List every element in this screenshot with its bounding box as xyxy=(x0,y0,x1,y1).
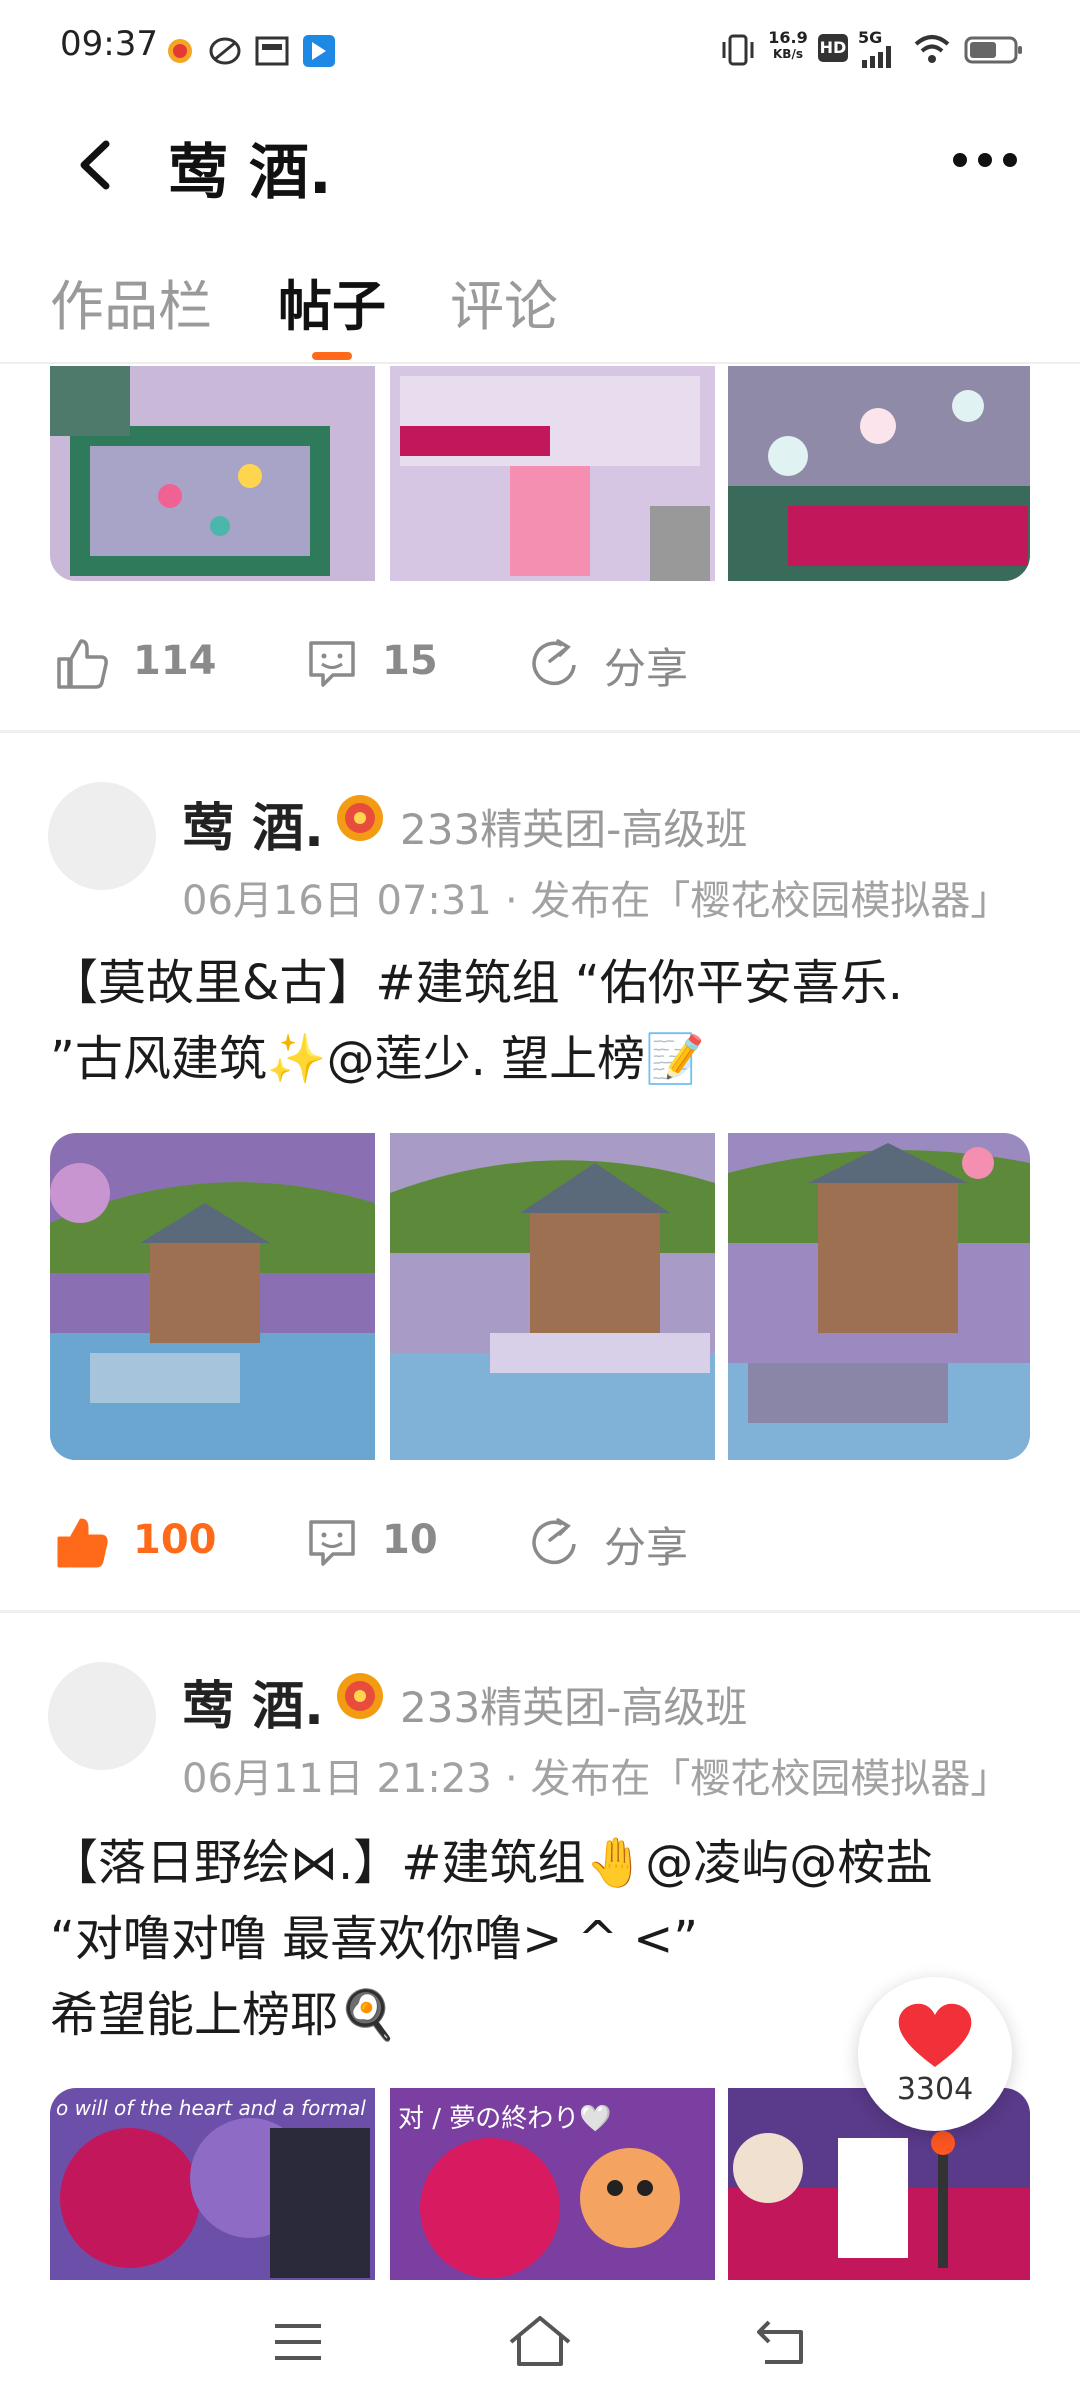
post-timestamp: 06月11日 21:23 xyxy=(182,1756,492,1802)
post-timestamp: 06月16日 07:31 xyxy=(182,878,492,924)
post-content-line: ”古风建筑✨@莲少. 望上榜📝 xyxy=(50,1031,705,1087)
share-label[interactable]: 分享 xyxy=(604,1514,688,1575)
post-content-line: 【莫故里&古】#建筑组 “佑你平安喜乐. xyxy=(50,955,904,1011)
back-icon[interactable] xyxy=(755,2318,809,2366)
app-shortcut-icon xyxy=(303,35,335,67)
post-image[interactable] xyxy=(728,2088,1030,2280)
active-tab-indicator xyxy=(312,352,352,360)
like-icon[interactable] xyxy=(55,637,109,691)
avatar[interactable] xyxy=(48,782,156,890)
avatar[interactable] xyxy=(48,1662,156,1770)
net-speed-unit: KB/s xyxy=(773,47,803,61)
post-content[interactable]: 【莫故里&古】#建筑组 “佑你平安喜乐. ”古风建筑✨@莲少. 望上榜📝 xyxy=(50,945,1030,1097)
share-label[interactable]: 分享 xyxy=(604,635,688,696)
comment-count: 15 xyxy=(382,638,438,684)
status-time: 09:37 xyxy=(60,24,158,64)
post-author[interactable]: 莺 酒. xyxy=(182,1664,324,1739)
more-horizontal-icon[interactable] xyxy=(950,150,1020,170)
post-divider xyxy=(0,730,1080,733)
group-name[interactable]: 233精英团-高级班 xyxy=(400,796,747,857)
notification-app-icon xyxy=(168,39,192,63)
post-image[interactable] xyxy=(728,366,1030,581)
battery-icon xyxy=(964,36,1022,64)
post-source[interactable]: · 发布在「樱花校园模拟器」 xyxy=(505,868,1010,926)
tab-posts[interactable]: 帖子 xyxy=(278,262,386,341)
post-content-line: “对噜对噜 最喜欢你噜> ^ <” xyxy=(50,1911,699,1967)
vibrate-icon xyxy=(722,34,754,66)
home-icon[interactable] xyxy=(507,2314,573,2368)
post-image[interactable]: 对 / 夢の終わり🤍 xyxy=(390,2088,715,2280)
post-image[interactable] xyxy=(390,1133,715,1460)
post-content-line: 【落日野绘⋈.】#建筑组🤚@凌屿@桉盐 xyxy=(50,1835,934,1891)
signal-icon xyxy=(862,46,891,68)
group-name[interactable]: 233精英团-高级班 xyxy=(400,1674,747,1735)
image-caption: o will of the heart and a formal xyxy=(56,2096,366,2120)
header-divider xyxy=(0,362,1080,364)
heart-icon xyxy=(898,2003,972,2067)
net-speed: 16.9 KB/s xyxy=(768,30,808,62)
post-image[interactable] xyxy=(50,366,375,581)
post-image[interactable] xyxy=(728,1133,1030,1460)
post-divider xyxy=(0,1610,1080,1613)
wifi-icon xyxy=(914,35,950,63)
comment-icon[interactable] xyxy=(305,637,359,691)
post-source[interactable]: · 发布在「樱花校园模拟器」 xyxy=(505,1746,1010,1804)
floating-like-button[interactable]: 3304 xyxy=(858,1977,1012,2131)
post-image[interactable] xyxy=(390,366,715,581)
share-icon[interactable] xyxy=(528,1516,582,1570)
toutiao-icon xyxy=(255,36,289,66)
post-image[interactable] xyxy=(50,1133,375,1460)
image-caption: 对 / 夢の終わり🤍 xyxy=(398,2104,612,2134)
hd-badge: HD xyxy=(818,34,848,62)
rank-badge-icon xyxy=(337,795,383,841)
back-chevron-icon[interactable] xyxy=(70,130,120,200)
page-title: 莺 酒. xyxy=(168,138,332,208)
post-author[interactable]: 莺 酒. xyxy=(182,786,324,861)
like-icon-active[interactable] xyxy=(55,1516,109,1570)
rank-badge-icon xyxy=(337,1673,383,1719)
floating-like-count: 3304 xyxy=(896,2072,974,2107)
tab-comments[interactable]: 评论 xyxy=(450,262,558,341)
menu-icon[interactable] xyxy=(273,2322,323,2364)
like-count: 114 xyxy=(133,638,217,684)
post-image[interactable]: o will of the heart and a formal xyxy=(50,2088,375,2280)
notification-app-icon-2 xyxy=(209,37,241,65)
tab-works[interactable]: 作品栏 xyxy=(50,262,212,341)
like-count: 100 xyxy=(133,1517,217,1563)
status-bar: 09:37 16.9 KB/s HD 5G xyxy=(0,0,1080,96)
comment-icon[interactable] xyxy=(305,1516,359,1570)
system-nav-bar xyxy=(0,2280,1080,2408)
net-speed-value: 16.9 xyxy=(768,28,808,47)
comment-count: 10 xyxy=(382,1517,438,1563)
share-icon[interactable] xyxy=(528,637,582,691)
